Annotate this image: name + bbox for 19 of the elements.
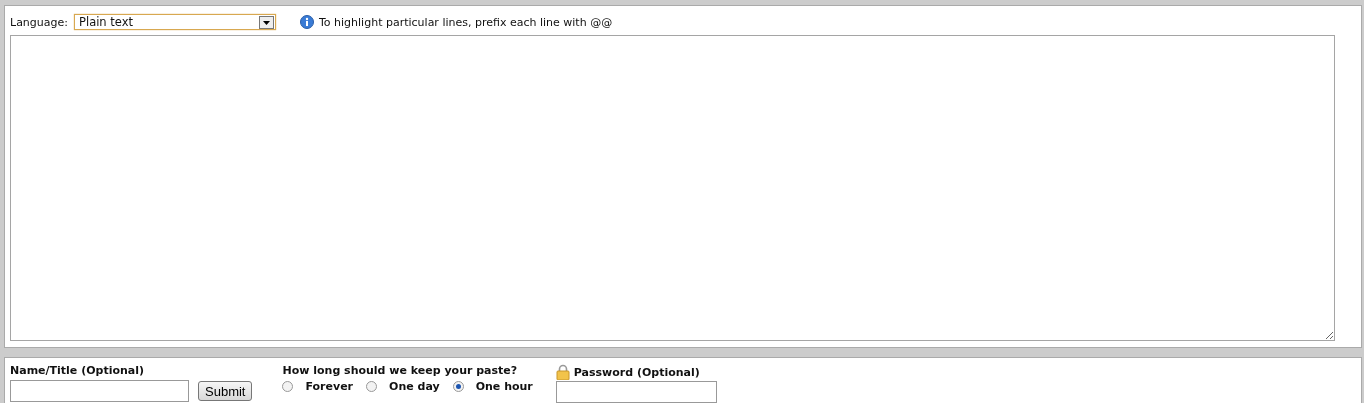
info-icon [300,15,314,29]
submit-button[interactable]: Submit [198,381,253,401]
radio-label[interactable]: One hour [475,380,533,393]
radio-label[interactable]: One day [389,380,440,393]
radio-button[interactable] [282,381,294,392]
expiry-label: How long should we keep your paste? [282,364,519,377]
language-label: Language: [10,15,68,29]
password-input[interactable] [555,381,717,403]
name-input[interactable] [10,380,189,402]
radio-label[interactable]: Forever [305,380,354,393]
code-input-area[interactable] [10,35,1335,341]
password-label: Password (Optional) [573,365,700,379]
caret-icon [259,15,274,29]
padlock-icon [555,364,570,380]
radio-button[interactable] [366,381,378,392]
name-label: Name/Title (Optional) [10,364,146,377]
radio-button[interactable] [452,381,464,392]
language-dropdown[interactable]: Plain text [74,14,276,30]
hint-text: To highlight particular lines, prefix each line with @@ [319,15,613,29]
